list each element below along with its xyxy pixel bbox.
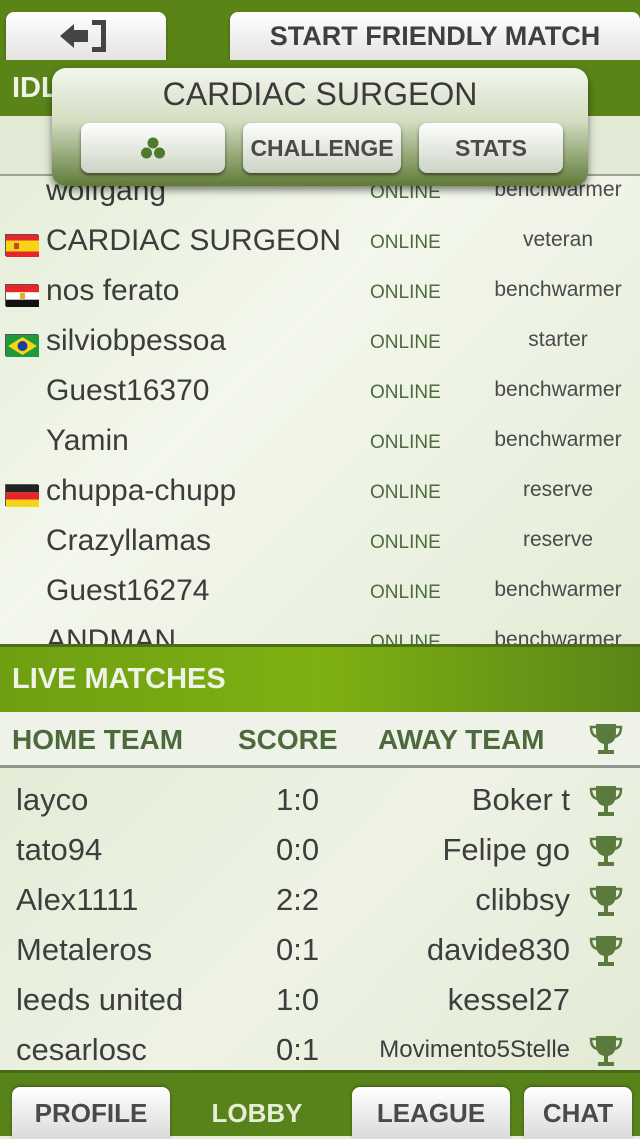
player-name: nos ferato [46,274,180,307]
player-status: ONLINE [370,332,441,353]
away-team: Boker t [471,782,570,817]
popup-title: CARDIAC SURGEON [162,76,478,112]
player-row[interactable]: silviobpessoa ONLINE starter [0,320,640,370]
away-team: Movimento5Stelle [379,1036,570,1063]
trophy-icon [589,886,623,916]
player-row[interactable]: chuppa-chupp ONLINE reserve [0,470,640,520]
trophy-icon [589,836,623,866]
player-rank: starter [528,328,588,351]
away-team: kessel27 [447,982,570,1017]
player-rank: reserve [522,478,594,501]
trophy-icon [589,936,623,966]
player-row[interactable]: Guest16370 ONLINE benchwarmer [0,370,640,420]
match-row[interactable]: tato94 0:0 Felipe go [0,824,640,874]
team-button[interactable] [81,123,225,173]
away-team: clibbsy [475,882,570,917]
player-row[interactable]: CARDIAC SURGEON ONLINE veteran [0,220,640,270]
player-status: ONLINE [370,232,441,253]
player-name: Guest16274 [46,574,210,607]
trophy-icon [589,786,623,816]
player-rank: benchwarmer [494,378,622,401]
player-status: ONLINE [370,432,441,453]
start-friendly-match-button[interactable]: START FRIENDLY MATCH [230,12,640,60]
tab-league[interactable]: LEAGUE [352,1087,510,1139]
live-matches-list[interactable]: layco 1:0 Boker t tato94 0:0 Felipe go Alex111… [0,768,640,1070]
player-status: ONLINE [370,582,441,603]
player-status: ONLINE [370,532,441,553]
player-status: ONLINE [370,482,441,503]
player-status: ONLINE [370,632,441,644]
player-row[interactable]: Yamin ONLINE benchwarmer [0,420,640,470]
home-team: Alex1111 [16,882,139,917]
match-score: 0:0 [276,832,320,867]
player-status: ONLINE [370,282,441,303]
away-team: Felipe go [442,832,570,867]
back-button[interactable] [6,12,166,60]
match-row[interactable]: Alex1111 2:2 clibbsy [0,874,640,924]
tab-lobby[interactable]: LOBBY [178,1087,336,1139]
player-name: Crazyllamas [46,524,212,557]
match-score: 1:0 [276,782,320,817]
match-row[interactable]: layco 1:0 Boker t [0,774,640,824]
player-rank: benchwarmer [494,278,622,301]
home-team: layco [16,782,89,817]
tab-profile[interactable]: PROFILE [12,1087,170,1139]
tab-chat[interactable]: CHAT [524,1087,632,1139]
match-score: 0:1 [276,1032,320,1067]
player-name: Yamin [46,424,129,457]
home-team: Metaleros [16,932,153,967]
away-team: davide830 [426,932,570,967]
player-name: chuppa-chupp [46,474,237,507]
player-rank: veteran [522,228,594,251]
exit-arrow-icon [60,20,106,52]
player-name: Guest16370 [46,374,210,407]
match-row[interactable]: leeds united 1:0 kessel27 [0,974,640,1024]
live-matches-header: LIVE MATCHES [0,644,640,712]
match-row[interactable]: Metaleros 0:1 davide830 [0,924,640,974]
live-matches-title: LIVE MATCHES [12,663,226,695]
player-rank: benchwarmer [494,428,622,451]
player-list[interactable]: wolfgang ONLINE benchwarmer CARDIAC SURGEON… [0,176,640,644]
trophy-icon [589,1036,623,1066]
home-team: cesarlosc [16,1032,147,1067]
stats-button[interactable]: STATS [419,123,563,173]
home-team: leeds united [16,982,184,1017]
player-status: ONLINE [370,382,441,403]
player-row[interactable]: Crazyllamas ONLINE reserve [0,520,640,570]
player-row[interactable]: Guest16274 ONLINE benchwarmer [0,570,640,620]
match-score: 1:0 [276,982,320,1017]
match-row[interactable]: cesarlosc 0:1 Movimento5Stelle [0,1024,640,1074]
match-score: 0:1 [276,932,320,967]
player-popup: CARDIAC SURGEON CHALLENGE STATS [52,68,588,186]
away-team-column: AWAY TEAM [378,724,545,755]
player-rank: reserve [522,528,594,551]
flag-germany-icon [5,484,39,507]
player-name: ANDMAN [46,624,177,644]
player-name: CARDIAC SURGEON [46,224,342,257]
player-row[interactable]: nos ferato ONLINE benchwarmer [0,270,640,320]
three-balls-icon [141,137,165,159]
live-matches-columns: HOME TEAM SCORE AWAY TEAM [0,712,640,768]
match-score: 2:2 [276,882,320,917]
flag-spain-icon [5,234,39,257]
player-row[interactable]: ANDMAN ONLINE benchwarmer [0,620,640,644]
bottom-tab-bar: PROFILE LOBBY LEAGUE CHAT [0,1070,640,1139]
trophy-icon [589,724,623,754]
flag-egypt-icon [5,284,39,307]
home-team-column: HOME TEAM [12,724,184,755]
flag-brazil-icon [5,334,39,357]
score-column: SCORE [238,724,338,755]
player-rank: benchwarmer [494,628,622,644]
home-team: tato94 [16,832,103,867]
challenge-button[interactable]: CHALLENGE [243,123,401,173]
player-name: silviobpessoa [46,324,227,357]
player-rank: benchwarmer [494,578,622,601]
